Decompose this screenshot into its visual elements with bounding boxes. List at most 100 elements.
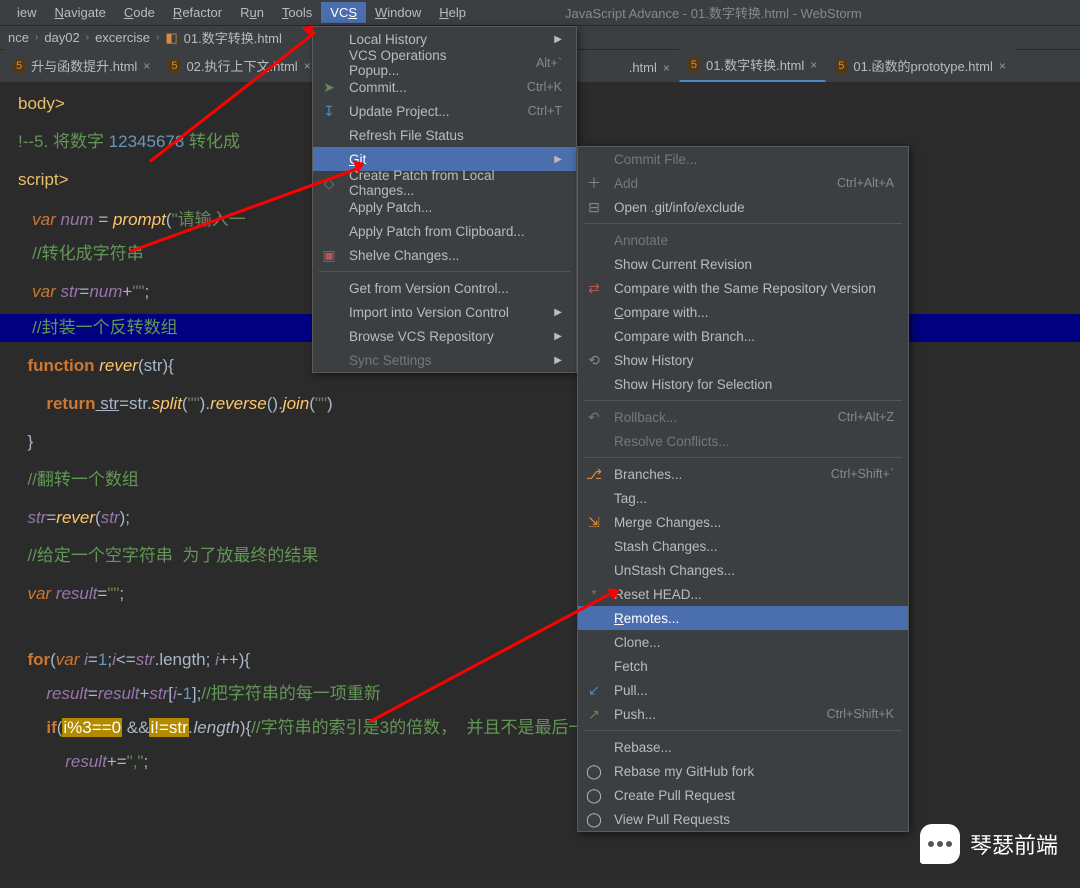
- menu-vcs[interactable]: VCS: [321, 2, 366, 23]
- menu-item-icon: ⎇: [584, 466, 604, 483]
- menu-item-icon: ◯: [584, 787, 604, 804]
- vcs-menu-item[interactable]: Refresh File Status: [313, 123, 576, 147]
- menu-item-label: View Pull Requests: [614, 812, 894, 827]
- git-menu-item[interactable]: Show History for Selection: [578, 372, 908, 396]
- menu-item-label: VCS Operations Popup...: [349, 48, 498, 78]
- git-menu-item[interactable]: ↙Pull...: [578, 678, 908, 702]
- menu-item-icon: ↶: [584, 409, 604, 426]
- git-menu-item[interactable]: Show Current Revision: [578, 252, 908, 276]
- git-menu-item[interactable]: Compare with Branch...: [578, 324, 908, 348]
- chevron-right-icon: ›: [35, 32, 38, 43]
- git-menu-item[interactable]: ◯View Pull Requests: [578, 807, 908, 831]
- git-menu-item[interactable]: Tag...: [578, 486, 908, 510]
- bc-seg[interactable]: day02: [44, 30, 79, 45]
- menu-item-label: Push...: [614, 707, 789, 722]
- git-menu-item[interactable]: Resolve Conflicts...: [578, 429, 908, 453]
- menu-accelerator: Ctrl+K: [527, 80, 562, 94]
- menu-item-icon: ⇄: [584, 280, 604, 297]
- menu-item-icon: ⇲: [584, 514, 604, 531]
- vcs-menu-item[interactable]: Sync Settings▶: [313, 348, 576, 372]
- git-menu-item[interactable]: *Reset HEAD...: [578, 582, 908, 606]
- editor-tab[interactable]: 5升与函数提升.html×: [4, 49, 159, 82]
- close-icon[interactable]: ×: [663, 61, 670, 75]
- menu-accelerator: Ctrl+T: [528, 104, 562, 118]
- menu-item-label: Import into Version Control: [349, 305, 544, 320]
- vcs-menu-item[interactable]: Get from Version Control...: [313, 276, 576, 300]
- menu-window[interactable]: Window: [366, 2, 430, 23]
- editor-tab[interactable]: 501.数字转换.html×: [679, 48, 826, 82]
- bc-seg[interactable]: excercise: [95, 30, 150, 45]
- git-menu-item[interactable]: ⟲Show History: [578, 348, 908, 372]
- git-menu-item[interactable]: Annotate: [578, 228, 908, 252]
- menu-separator: [584, 730, 902, 731]
- git-menu-item[interactable]: ◯Create Pull Request: [578, 783, 908, 807]
- chevron-right-icon: ▶: [554, 331, 562, 342]
- menu-item-label: Resolve Conflicts...: [614, 434, 894, 449]
- menu-accelerator: Ctrl+Alt+A: [837, 176, 894, 190]
- menu-refactor[interactable]: Refactor: [164, 2, 231, 23]
- git-menu-item[interactable]: ⎇Branches...Ctrl+Shift+`: [578, 462, 908, 486]
- vcs-dropdown-menu: Local History▶VCS Operations Popup...Alt…: [312, 26, 577, 373]
- editor-tab[interactable]: 502.执行上下文.html×: [159, 49, 319, 82]
- close-icon[interactable]: ×: [143, 59, 150, 73]
- close-icon[interactable]: ×: [810, 58, 817, 72]
- git-submenu: Commit File...＋AddCtrl+Alt+A⊟Open .git/i…: [577, 146, 909, 832]
- git-menu-item[interactable]: UnStash Changes...: [578, 558, 908, 582]
- menu-item-label: Compare with...: [614, 305, 894, 320]
- vcs-menu-item[interactable]: Import into Version Control ▶: [313, 300, 576, 324]
- chevron-right-icon: ▶: [554, 307, 562, 318]
- git-menu-item[interactable]: Rebase...: [578, 735, 908, 759]
- menu-item-label: Fetch: [614, 659, 894, 674]
- vcs-menu-item[interactable]: VCS Operations Popup...Alt+`: [313, 51, 576, 75]
- menu-separator: [584, 457, 902, 458]
- bc-seg[interactable]: 01.数字转换.html: [184, 28, 282, 47]
- menu-item-icon: ◯: [584, 763, 604, 780]
- git-menu-item[interactable]: ↗Push...Ctrl+Shift+K: [578, 702, 908, 726]
- menu-item-label: Create Patch from Local Changes...: [349, 168, 562, 198]
- menu-tools[interactable]: Tools: [273, 2, 321, 23]
- menu-view[interactable]: iew: [8, 2, 46, 23]
- menu-item-label: Compare with the Same Repository Version: [614, 281, 894, 296]
- git-menu-item[interactable]: Fetch: [578, 654, 908, 678]
- menu-run[interactable]: Run: [231, 2, 273, 23]
- git-menu-item[interactable]: ◯Rebase my GitHub fork: [578, 759, 908, 783]
- menu-code[interactable]: Code: [115, 2, 164, 23]
- menu-help[interactable]: Help: [430, 2, 475, 23]
- git-menu-item[interactable]: ↶Rollback...Ctrl+Alt+Z: [578, 405, 908, 429]
- menu-item-label: Remotes...: [614, 611, 894, 626]
- editor-tab[interactable]: .html×: [620, 53, 679, 82]
- git-menu-item[interactable]: Remotes...: [578, 606, 908, 630]
- close-icon[interactable]: ×: [304, 59, 311, 73]
- menu-item-label: Pull...: [614, 683, 894, 698]
- html-file-icon: 5: [835, 59, 847, 73]
- menu-item-label: Browse VCS Repository: [349, 329, 544, 344]
- vcs-menu-item[interactable]: Apply Patch...: [313, 195, 576, 219]
- git-menu-item[interactable]: ⊟Open .git/info/exclude: [578, 195, 908, 219]
- vcs-menu-item[interactable]: ◇ Create Patch from Local Changes...: [313, 171, 576, 195]
- menu-separator: [584, 400, 902, 401]
- vcs-menu-item[interactable]: Apply Patch from Clipboard...: [313, 219, 576, 243]
- vcs-menu-item[interactable]: Browse VCS Repository ▶: [313, 324, 576, 348]
- git-menu-item[interactable]: ⇲Merge Changes...: [578, 510, 908, 534]
- menu-item-label: Annotate: [614, 233, 894, 248]
- menu-item-icon: ◇: [319, 175, 339, 192]
- git-menu-item[interactable]: ⇄ Compare with the Same Repository Versio…: [578, 276, 908, 300]
- editor-tab[interactable]: 501.函数的prototype.html×: [826, 49, 1015, 82]
- menu-item-label: Rollback...: [614, 410, 800, 425]
- menu-item-label: Clone...: [614, 635, 894, 650]
- git-menu-item[interactable]: Commit File...: [578, 147, 908, 171]
- git-menu-item[interactable]: Stash Changes...: [578, 534, 908, 558]
- git-menu-item[interactable]: Clone...: [578, 630, 908, 654]
- menu-navigate[interactable]: Navigate: [46, 2, 115, 23]
- git-menu-item[interactable]: ＋AddCtrl+Alt+A: [578, 171, 908, 195]
- close-icon[interactable]: ×: [999, 59, 1006, 73]
- menu-item-label: Add: [614, 176, 799, 191]
- bc-seg[interactable]: nce: [8, 30, 29, 45]
- vcs-menu-item[interactable]: ➤Commit...Ctrl+K: [313, 75, 576, 99]
- git-menu-item[interactable]: Compare with...: [578, 300, 908, 324]
- watermark: 琴瑟前端: [920, 824, 1058, 864]
- chat-bubble-icon: [920, 824, 960, 864]
- chevron-right-icon: ▶: [554, 154, 562, 165]
- vcs-menu-item[interactable]: ▣Shelve Changes...: [313, 243, 576, 267]
- vcs-menu-item[interactable]: ↧Update Project...Ctrl+T: [313, 99, 576, 123]
